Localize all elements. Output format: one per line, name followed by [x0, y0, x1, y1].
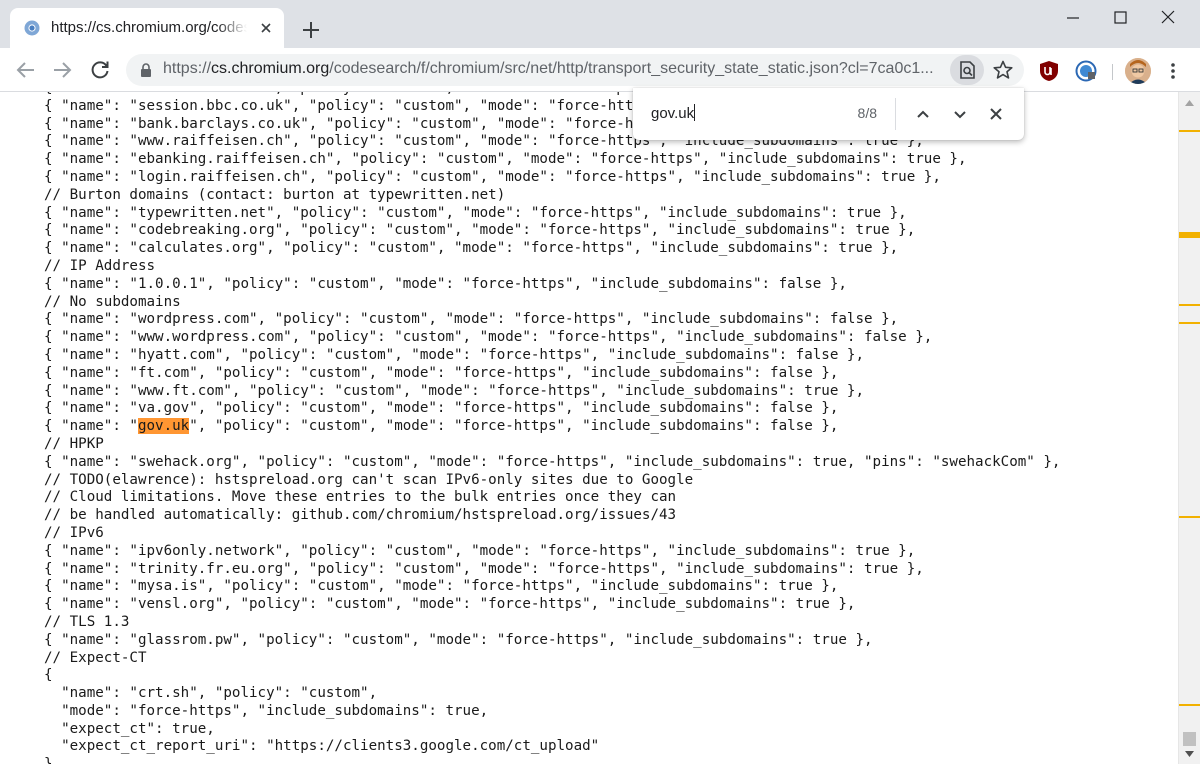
code-line: // No subdomains	[44, 293, 181, 310]
code-line: { "name": "ipv6only.network", "policy": …	[44, 542, 916, 559]
find-result-marker	[1179, 130, 1200, 132]
code-line: // HPKP	[44, 435, 104, 452]
arrow-right-icon[interactable]	[50, 58, 74, 82]
arrow-left-icon[interactable]	[14, 58, 38, 82]
code-line: { "name": "hyatt.com", "policy": "custom…	[44, 346, 864, 363]
plus-icon[interactable]	[298, 17, 324, 43]
window-close-icon[interactable]	[1146, 0, 1192, 36]
tab-title: https://cs.chromium.org/codesearch	[51, 19, 247, 36]
code-line: { "name": "va.gov", "policy": "custom", …	[44, 400, 839, 417]
page-content: { "name": "session.bbc.com", "policy": "…	[0, 92, 1178, 764]
code-line: { "name": "glassrom.pw", "policy": "cust…	[44, 631, 873, 648]
find-match-highlight: gov.uk	[137, 418, 190, 435]
code-line: { "name": "www.ft.com", "policy": "custo…	[44, 382, 864, 399]
toolbar-divider	[1112, 64, 1113, 80]
chevron-up-icon[interactable]	[911, 102, 935, 126]
avatar[interactable]	[1125, 58, 1151, 84]
browser-tab[interactable]: https://cs.chromium.org/codesearch	[10, 8, 284, 48]
find-input[interactable]: gov.uk	[651, 103, 851, 125]
ublock-origin-icon[interactable]	[1038, 60, 1060, 82]
address-bar[interactable]: https://cs.chromium.org/codesearch/f/chr…	[126, 54, 1024, 86]
https-everywhere-icon[interactable]	[1075, 60, 1097, 82]
find-result-marker	[1179, 704, 1200, 706]
chevron-down-icon[interactable]	[948, 102, 972, 126]
url-host: cs.chromium.org	[211, 60, 330, 77]
code-line: { "name": "www.wordpress.com", "policy":…	[44, 329, 933, 346]
scrollbar-thumb[interactable]	[1183, 732, 1196, 746]
code-line: { "name": "ft.com", "policy": "custom", …	[44, 364, 839, 381]
close-icon[interactable]	[984, 102, 1008, 126]
url-text[interactable]: https://cs.chromium.org/codesearch/f/chr…	[163, 60, 947, 80]
code-line: // Burton domains (contact: burton at ty…	[44, 186, 506, 203]
kebab-menu-icon[interactable]	[1162, 60, 1184, 82]
url-scheme: https://	[163, 60, 212, 77]
code-line: { "name": "codebreaking.org", "policy": …	[44, 222, 916, 239]
code-line: "name": "crt.sh", "policy": "custom",	[44, 685, 378, 702]
minimize-icon[interactable]	[1050, 0, 1096, 36]
find-bar-divider	[895, 98, 896, 130]
text-caret	[694, 104, 696, 121]
reload-icon[interactable]	[88, 58, 112, 82]
code-line: // Cloud limitations. Move these entries…	[44, 489, 677, 506]
code-line: {	[44, 667, 53, 684]
find-match-count: 8/8	[857, 105, 877, 121]
browser-toolbar: https://cs.chromium.org/codesearch/f/chr…	[0, 48, 1200, 92]
find-result-marker	[1179, 236, 1200, 238]
find-result-marker	[1179, 516, 1200, 518]
chromium-favicon-icon	[24, 20, 40, 36]
code-line: },	[44, 756, 1060, 764]
code-line: { "name": "ebanking.raiffeisen.ch", "pol…	[44, 151, 967, 168]
code-line: { "name": "mysa.is", "policy": "custom",…	[44, 578, 839, 595]
vertical-scrollbar[interactable]	[1178, 92, 1200, 764]
code-line: "expect_ct": true,	[44, 720, 215, 737]
code-line: "mode": "force-https", "include_subdomai…	[44, 702, 489, 719]
close-icon[interactable]	[256, 18, 276, 38]
star-icon[interactable]	[992, 59, 1014, 81]
code-line: "expect_ct_report_uri": "https://clients…	[44, 738, 600, 755]
code-line: { "name": "calculates.org", "policy": "c…	[44, 240, 899, 257]
scroll-down-arrow-icon[interactable]	[1184, 750, 1195, 759]
url-path: /codesearch/f/chromium/src/net/http/tran…	[329, 60, 934, 77]
code-line: // Expect-CT	[44, 649, 147, 666]
code-line: { "name": "swehack.org", "policy": "cust…	[44, 453, 1061, 470]
json-source-text: { "name": "session.bbc.com", "policy": "…	[44, 92, 1060, 764]
lock-icon[interactable]	[139, 62, 153, 78]
code-line: { "name": "login.raiffeisen.ch", "policy…	[44, 168, 941, 185]
profile-avatar-icon	[1125, 58, 1151, 84]
code-line: { "name": "1.0.0.1", "policy": "custom",…	[44, 275, 847, 292]
find-bar: gov.uk 8/8	[633, 88, 1024, 140]
code-line: // TODO(elawrence): hstspreload.org can'…	[44, 471, 694, 488]
code-line: { "name": "trinity.fr.eu.org", "policy":…	[44, 560, 924, 577]
find-in-page-button[interactable]	[950, 55, 984, 85]
code-line: { "name": "gov.uk", "policy": "custom", …	[44, 418, 839, 435]
code-line: // IP Address	[44, 257, 156, 274]
code-line: // be handled automatically: github.com/…	[44, 507, 677, 524]
find-result-marker	[1179, 322, 1200, 324]
find-result-marker	[1179, 304, 1200, 306]
code-line: // IPv6	[44, 524, 104, 541]
find-query: gov.uk	[651, 105, 695, 122]
code-line: // TLS 1.3	[44, 613, 130, 630]
maximize-icon[interactable]	[1097, 0, 1143, 36]
code-line: { "name": "wordpress.com", "policy": "cu…	[44, 311, 899, 328]
find-in-page-icon	[960, 61, 975, 79]
code-line: { "name": "vensl.org", "policy": "custom…	[44, 596, 856, 613]
tab-strip: https://cs.chromium.org/codesearch	[0, 0, 1200, 48]
code-line: { "name": "typewritten.net", "policy": "…	[44, 204, 907, 221]
scroll-up-arrow-icon[interactable]	[1184, 98, 1195, 107]
